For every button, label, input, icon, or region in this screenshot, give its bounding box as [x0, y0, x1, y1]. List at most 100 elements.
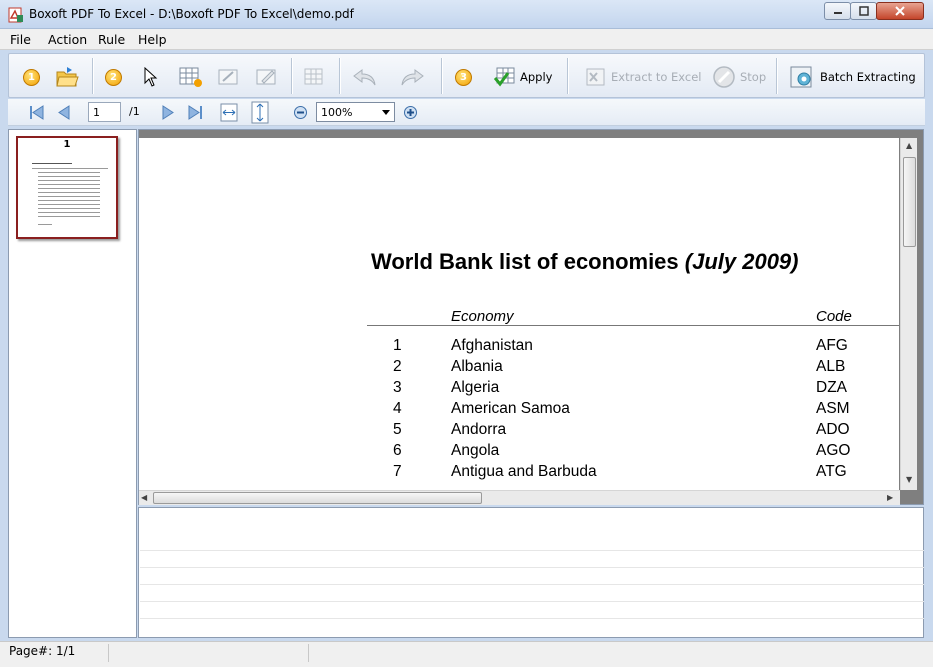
thumbnail-preview-line	[38, 180, 100, 181]
thumbnail-preview-line	[38, 188, 100, 189]
row-economy: Antigua and Barbuda	[451, 463, 597, 480]
edit-rule-button[interactable]	[256, 64, 278, 90]
row-code: AGO	[816, 442, 851, 459]
excel-icon	[586, 68, 605, 86]
extract-label: Extract to Excel	[611, 70, 702, 84]
fit-height-icon[interactable]	[251, 101, 269, 124]
row-number: 2	[393, 358, 402, 375]
minimize-button[interactable]	[824, 2, 851, 20]
status-separator	[308, 644, 309, 662]
extraction-result-panel[interactable]	[138, 507, 924, 638]
scroll-down-icon[interactable]: ▼	[906, 475, 912, 484]
edit-region-button[interactable]	[218, 64, 240, 90]
result-grid-line	[140, 584, 924, 585]
thumbnail-preview-line	[38, 172, 100, 173]
row-economy: Albania	[451, 358, 503, 375]
redo-button[interactable]	[399, 64, 425, 90]
pdf-page: World Bank list of economies (July 2009)…	[139, 138, 899, 490]
undo-icon	[353, 69, 376, 86]
row-economy: American Samoa	[451, 400, 570, 417]
vertical-scroll-thumb[interactable]	[903, 157, 916, 247]
document-title: World Bank list of economies (July 2009)	[371, 249, 799, 275]
thumbnail-preview-line	[32, 168, 108, 169]
grid-button[interactable]	[303, 64, 325, 90]
first-page-icon[interactable]	[29, 105, 45, 120]
toolbar-separator	[776, 58, 777, 94]
maximize-icon	[858, 6, 869, 16]
extract-to-excel-button[interactable]: Extract to Excel	[585, 64, 702, 90]
stop-label: Stop	[740, 70, 767, 84]
table-row: 3 Algeria DZA	[139, 379, 899, 400]
page-number-input[interactable]	[88, 102, 121, 122]
window-title: Boxoft PDF To Excel - D:\Boxoft PDF To E…	[29, 7, 354, 21]
minimize-icon	[833, 12, 842, 14]
scroll-right-icon[interactable]: ▶	[887, 493, 893, 502]
menu-help[interactable]: Help	[138, 32, 167, 47]
navigation-toolbar: /1 100%	[8, 99, 925, 126]
table-row: 2 Albania ALB	[139, 358, 899, 379]
result-grid-line	[140, 567, 924, 568]
stop-button[interactable]: Stop	[712, 64, 766, 90]
page-thumbnail[interactable]: 1	[16, 136, 118, 239]
open-file-button[interactable]	[55, 64, 79, 90]
edit-rule-icon	[256, 69, 276, 85]
row-code: ASM	[816, 400, 850, 417]
zoom-select[interactable]: 100%	[316, 102, 395, 122]
thumbnail-preview-line	[38, 192, 100, 193]
column-header-code: Code	[816, 308, 852, 325]
step-2-badge: 2	[105, 64, 122, 90]
horizontal-scroll-thumb[interactable]	[153, 492, 482, 504]
thumbnail-preview-line	[38, 216, 100, 217]
last-page-icon[interactable]	[187, 105, 203, 120]
thumbnail-preview-line	[38, 212, 100, 213]
result-grid-line	[140, 618, 924, 619]
horizontal-scrollbar[interactable]: ◀ ▶	[139, 490, 900, 505]
scroll-left-icon[interactable]: ◀	[141, 493, 147, 502]
redo-icon	[401, 69, 424, 86]
document-title-main: World Bank list of economies	[371, 249, 685, 274]
thumbnail-preview-line	[32, 163, 72, 164]
close-button[interactable]	[876, 2, 924, 20]
next-page-icon[interactable]	[161, 105, 175, 120]
zoom-out-icon[interactable]	[293, 105, 308, 120]
document-view[interactable]: World Bank list of economies (July 2009)…	[138, 129, 924, 505]
zoom-in-icon[interactable]	[403, 105, 418, 120]
result-grid-line	[140, 550, 924, 551]
table-row: 4 American Samoa ASM	[139, 400, 899, 421]
previous-page-icon[interactable]	[57, 105, 71, 120]
toolbar-separator	[339, 58, 340, 94]
row-economy: Andorra	[451, 421, 507, 438]
batch-extracting-button[interactable]: Batch Extracting	[790, 64, 916, 90]
toolbar-separator	[441, 58, 442, 94]
document-title-date: (July 2009)	[684, 249, 799, 274]
row-number: 4	[393, 400, 402, 417]
thumbnail-preview-line	[38, 200, 100, 201]
row-economy: Angola	[451, 442, 500, 459]
result-grid-line	[140, 601, 924, 602]
scroll-up-icon[interactable]: ▲	[906, 141, 912, 150]
maximize-button[interactable]	[850, 2, 877, 20]
add-table-button[interactable]	[179, 64, 203, 90]
apply-label: Apply	[520, 70, 553, 84]
grid-icon	[304, 68, 323, 85]
menu-rule[interactable]: Rule	[98, 32, 125, 47]
menu-bar: File Action Rule Help	[0, 29, 933, 50]
row-code: ADO	[816, 421, 850, 438]
edit-region-icon	[218, 69, 238, 85]
status-page-info: Page#: 1/1	[9, 644, 76, 658]
row-number: 5	[393, 421, 402, 438]
batch-gear-icon	[790, 66, 812, 88]
fit-width-icon[interactable]	[220, 103, 238, 122]
menu-file[interactable]: File	[10, 32, 31, 47]
header-rule	[367, 325, 899, 326]
undo-button[interactable]	[352, 64, 378, 90]
pdf-app-icon	[8, 7, 23, 23]
apply-button[interactable]: Apply	[494, 64, 552, 90]
thumbnail-preview-line	[38, 176, 100, 177]
select-tool-button[interactable]	[143, 64, 159, 90]
thumbnail-panel: 1	[8, 129, 137, 638]
vertical-scrollbar[interactable]: ▲ ▼	[900, 138, 917, 490]
main-toolbar: 1 2 3 Apply Extract to Excel Stop Batch …	[8, 53, 925, 98]
menu-action[interactable]: Action	[48, 32, 87, 47]
table-row: 7 Antigua and Barbuda ATG	[139, 463, 899, 484]
